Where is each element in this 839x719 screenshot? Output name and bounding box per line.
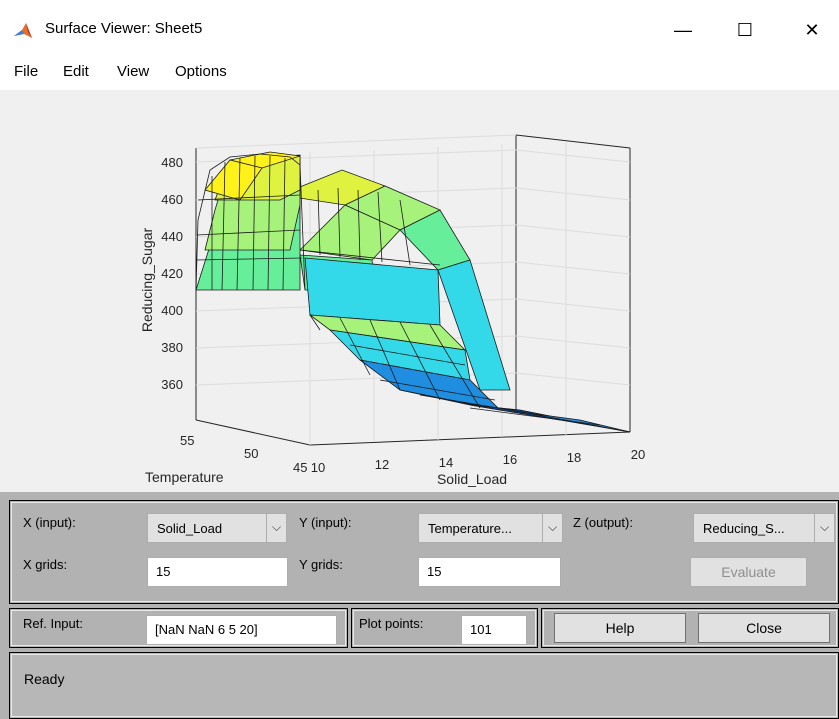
- z-tick-label: 400: [161, 303, 183, 318]
- z-tick-label: 360: [161, 377, 183, 392]
- chevron-down-icon: ⌵: [814, 514, 834, 542]
- panel-border: [11, 654, 837, 717]
- minimize-button[interactable]: —: [663, 16, 703, 44]
- help-button[interactable]: Help: [554, 613, 686, 643]
- x-input-dropdown[interactable]: Solid_Load ⌵: [147, 513, 287, 543]
- x-tick-label: 10: [311, 460, 325, 475]
- evaluate-button[interactable]: Evaluate: [690, 557, 807, 587]
- x-grids-field[interactable]: 15: [147, 557, 288, 587]
- z-tick-label: 440: [161, 229, 183, 244]
- x-tick-label: 12: [375, 457, 389, 472]
- z-output-value: Reducing_S...: [703, 521, 785, 536]
- close-button[interactable]: Close: [698, 613, 830, 643]
- plot-points-field[interactable]: 101: [461, 615, 527, 645]
- z-tick-label: 420: [161, 266, 183, 281]
- y-input-value: Temperature...: [428, 521, 512, 536]
- status-text: Ready: [24, 671, 65, 687]
- menu-edit[interactable]: Edit: [63, 63, 89, 80]
- x-tick-label: 14: [439, 455, 453, 470]
- plot-area: 480 460 440 420 400 380 360 Reducing_Sug…: [0, 90, 839, 492]
- z-tick-label: 380: [161, 340, 183, 355]
- x-input-label: X (input):: [23, 515, 76, 530]
- chevron-down-icon: ⌵: [542, 514, 562, 542]
- y-tick-label: 50: [244, 446, 258, 461]
- y-input-label: Y (input):: [299, 515, 352, 530]
- x-tick-label: 16: [503, 452, 517, 467]
- z-axis: 480 460 440 420 400 380 360: [161, 155, 183, 392]
- status-bar: Ready: [9, 652, 839, 719]
- title-bar: Surface Viewer: Sheet5 — ☐ ✕: [0, 0, 839, 58]
- window-title: Surface Viewer: Sheet5: [45, 20, 203, 37]
- menu-bar: File Edit View Options: [0, 58, 839, 88]
- axes-settings-panel: X (input): Solid_Load ⌵ Y (input): Tempe…: [9, 500, 839, 604]
- controls-area: X (input): Solid_Load ⌵ Y (input): Tempe…: [0, 492, 839, 719]
- ref-input-label: Ref. Input:: [23, 616, 83, 631]
- x-grids-label: X grids:: [23, 557, 68, 572]
- z-output-dropdown[interactable]: Reducing_S... ⌵: [693, 513, 835, 543]
- close-window-button[interactable]: ✕: [792, 16, 832, 44]
- z-tick-label: 460: [161, 192, 183, 207]
- x-tick-label: 18: [567, 450, 581, 465]
- x-axis-label: Solid_Load: [437, 471, 507, 487]
- z-axis-label: Reducing_Sugar: [139, 228, 155, 333]
- y-tick-label: 45: [293, 460, 307, 475]
- plot-points-label: Plot points:: [359, 616, 424, 631]
- ref-input-field[interactable]: [NaN NaN 6 5 20]: [146, 615, 337, 645]
- ref-input-panel: Ref. Input: [NaN NaN 6 5 20]: [9, 608, 348, 648]
- chevron-down-icon: ⌵: [266, 514, 286, 542]
- plot-points-panel: Plot points: 101: [351, 608, 538, 648]
- z-output-label: Z (output):: [573, 515, 633, 530]
- z-tick-label: 480: [161, 155, 183, 170]
- menu-view[interactable]: View: [117, 63, 149, 80]
- buttons-panel: Help Close: [541, 608, 839, 648]
- surface-plot[interactable]: 480 460 440 420 400 380 360 Reducing_Sug…: [0, 90, 839, 492]
- x-input-value: Solid_Load: [157, 521, 223, 536]
- x-tick-label: 20: [631, 447, 645, 462]
- y-grids-field[interactable]: 15: [418, 557, 561, 587]
- y-tick-label: 55: [180, 433, 194, 448]
- surface-mesh: [195, 151, 631, 433]
- y-input-dropdown[interactable]: Temperature... ⌵: [418, 513, 563, 543]
- menu-options[interactable]: Options: [175, 63, 227, 80]
- maximize-button[interactable]: ☐: [725, 16, 765, 44]
- y-grids-label: Y grids:: [299, 557, 343, 572]
- matlab-logo-icon: [14, 23, 32, 38]
- menu-file[interactable]: File: [14, 63, 38, 80]
- y-axis-label: Temperature: [145, 469, 224, 485]
